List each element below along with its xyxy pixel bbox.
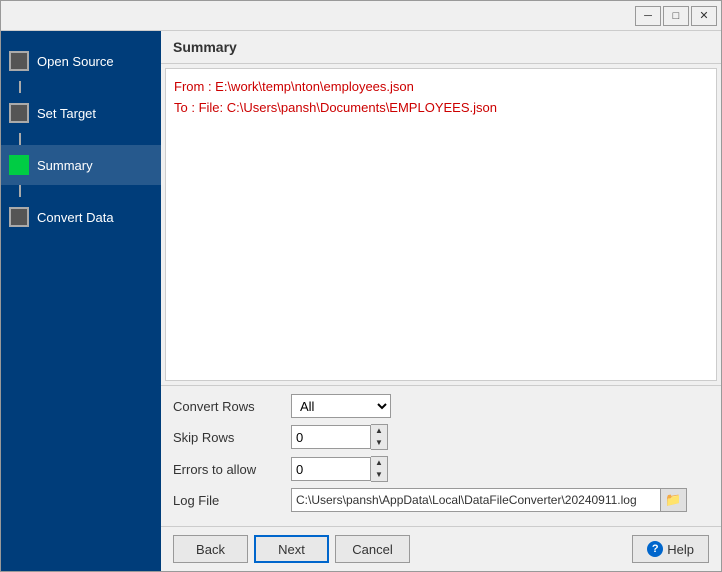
skip-rows-spinner: ▲ ▼ xyxy=(291,424,388,450)
next-button[interactable]: Next xyxy=(254,535,329,563)
errors-to-allow-label: Errors to allow xyxy=(173,462,283,477)
errors-to-allow-up-button[interactable]: ▲ xyxy=(371,457,387,469)
help-label: Help xyxy=(667,542,694,557)
errors-to-allow-input[interactable] xyxy=(291,457,371,481)
back-button[interactable]: Back xyxy=(173,535,248,563)
step-indicator-summary xyxy=(9,155,29,175)
main-content: Open Source Set Target Summary Convert D… xyxy=(1,31,721,571)
sidebar-item-summary[interactable]: Summary xyxy=(1,145,161,185)
sidebar-item-open-source[interactable]: Open Source xyxy=(1,41,161,81)
errors-to-allow-spinner-buttons: ▲ ▼ xyxy=(371,456,388,482)
skip-rows-input[interactable] xyxy=(291,425,371,449)
titlebar-buttons: ─ □ ✕ xyxy=(635,6,717,26)
right-panel: Summary From : E:\work\temp\nton\employe… xyxy=(161,31,721,571)
log-file-row: Log File 📁 xyxy=(173,488,709,512)
errors-to-allow-row: Errors to allow ▲ ▼ xyxy=(173,456,709,482)
summary-line2: To : File: C:\Users\pansh\Documents\EMPL… xyxy=(174,98,708,119)
panel-header: Summary xyxy=(161,31,721,64)
log-file-browse-button[interactable]: 📁 xyxy=(661,488,687,512)
skip-rows-up-button[interactable]: ▲ xyxy=(371,425,387,437)
skip-rows-row: Skip Rows ▲ ▼ xyxy=(173,424,709,450)
summary-line1: From : E:\work\temp\nton\employees.json xyxy=(174,77,708,98)
errors-to-allow-down-button[interactable]: ▼ xyxy=(371,469,387,481)
convert-rows-row: Convert Rows All First N Custom xyxy=(173,394,709,418)
sidebar-label-convert-data: Convert Data xyxy=(37,210,114,225)
step-connector-2 xyxy=(19,133,21,145)
skip-rows-down-button[interactable]: ▼ xyxy=(371,437,387,449)
form-area: Convert Rows All First N Custom Skip Row… xyxy=(161,385,721,526)
step-connector-3 xyxy=(19,185,21,197)
btn-group-left: Back Next Cancel xyxy=(173,535,410,563)
titlebar: ─ □ ✕ xyxy=(1,1,721,31)
step-indicator-set-target xyxy=(9,103,29,123)
sidebar: Open Source Set Target Summary Convert D… xyxy=(1,31,161,571)
maximize-button[interactable]: □ xyxy=(663,6,689,26)
log-file-label: Log File xyxy=(173,493,283,508)
skip-rows-spinner-buttons: ▲ ▼ xyxy=(371,424,388,450)
sidebar-label-set-target: Set Target xyxy=(37,106,96,121)
step-indicator-convert-data xyxy=(9,207,29,227)
step-indicator-open-source xyxy=(9,51,29,71)
help-icon: ? xyxy=(647,541,663,557)
convert-rows-select[interactable]: All First N Custom xyxy=(291,394,391,418)
sidebar-label-summary: Summary xyxy=(37,158,93,173)
cancel-button[interactable]: Cancel xyxy=(335,535,410,563)
skip-rows-label: Skip Rows xyxy=(173,430,283,445)
step-connector-1 xyxy=(19,81,21,93)
folder-icon: 📁 xyxy=(665,492,681,508)
sidebar-item-convert-data[interactable]: Convert Data xyxy=(1,197,161,237)
main-window: ─ □ ✕ Open Source Set Target Summary xyxy=(0,0,722,572)
convert-rows-label: Convert Rows xyxy=(173,399,283,414)
btn-group-right: ? Help xyxy=(632,535,709,563)
minimize-button[interactable]: ─ xyxy=(635,6,661,26)
log-file-input[interactable] xyxy=(291,488,661,512)
log-file-container: 📁 xyxy=(291,488,687,512)
errors-to-allow-spinner: ▲ ▼ xyxy=(291,456,388,482)
sidebar-item-set-target[interactable]: Set Target xyxy=(1,93,161,133)
summary-area: From : E:\work\temp\nton\employees.json … xyxy=(165,68,717,381)
bottom-buttons: Back Next Cancel ? Help xyxy=(161,526,721,571)
sidebar-label-open-source: Open Source xyxy=(37,54,114,69)
help-button[interactable]: ? Help xyxy=(632,535,709,563)
close-button[interactable]: ✕ xyxy=(691,6,717,26)
